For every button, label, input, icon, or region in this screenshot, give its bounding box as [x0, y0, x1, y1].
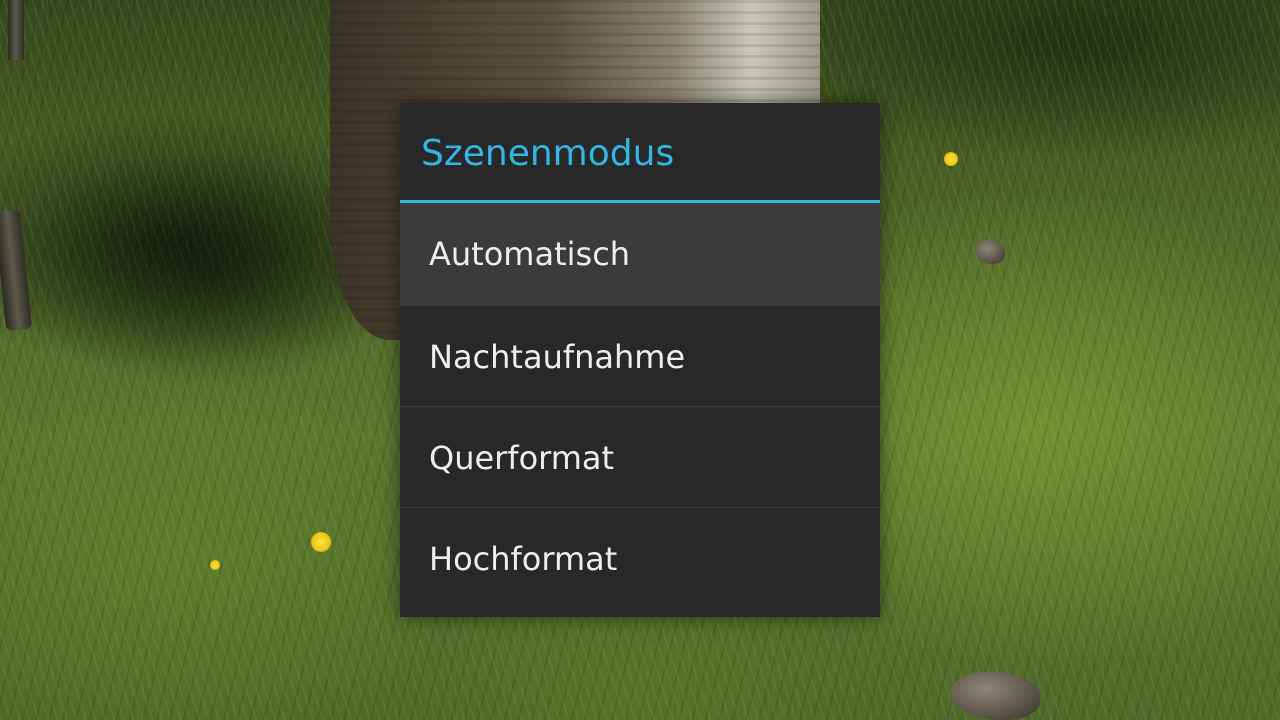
dandelion-flower	[311, 532, 331, 552]
option-label: Querformat	[429, 439, 615, 477]
option-querformat[interactable]: Querformat	[400, 406, 880, 507]
fence-post	[8, 0, 24, 60]
dialog-title: Szenenmodus	[421, 133, 675, 174]
scene-mode-options: Automatisch Nachtaufnahme Querformat Hoc…	[400, 203, 880, 608]
option-nachtaufnahme[interactable]: Nachtaufnahme	[400, 305, 880, 406]
dandelion-flower	[944, 152, 958, 166]
dandelion-flower	[210, 560, 220, 570]
option-hochformat[interactable]: Hochformat	[400, 507, 880, 608]
option-label: Automatisch	[429, 235, 631, 273]
dialog-title-bar: Szenenmodus	[400, 103, 880, 203]
option-label: Nachtaufnahme	[429, 338, 686, 376]
option-automatisch[interactable]: Automatisch	[400, 203, 880, 305]
option-label: Hochformat	[429, 540, 618, 578]
scene-mode-dialog: Szenenmodus Automatisch Nachtaufnahme Qu…	[400, 103, 880, 617]
